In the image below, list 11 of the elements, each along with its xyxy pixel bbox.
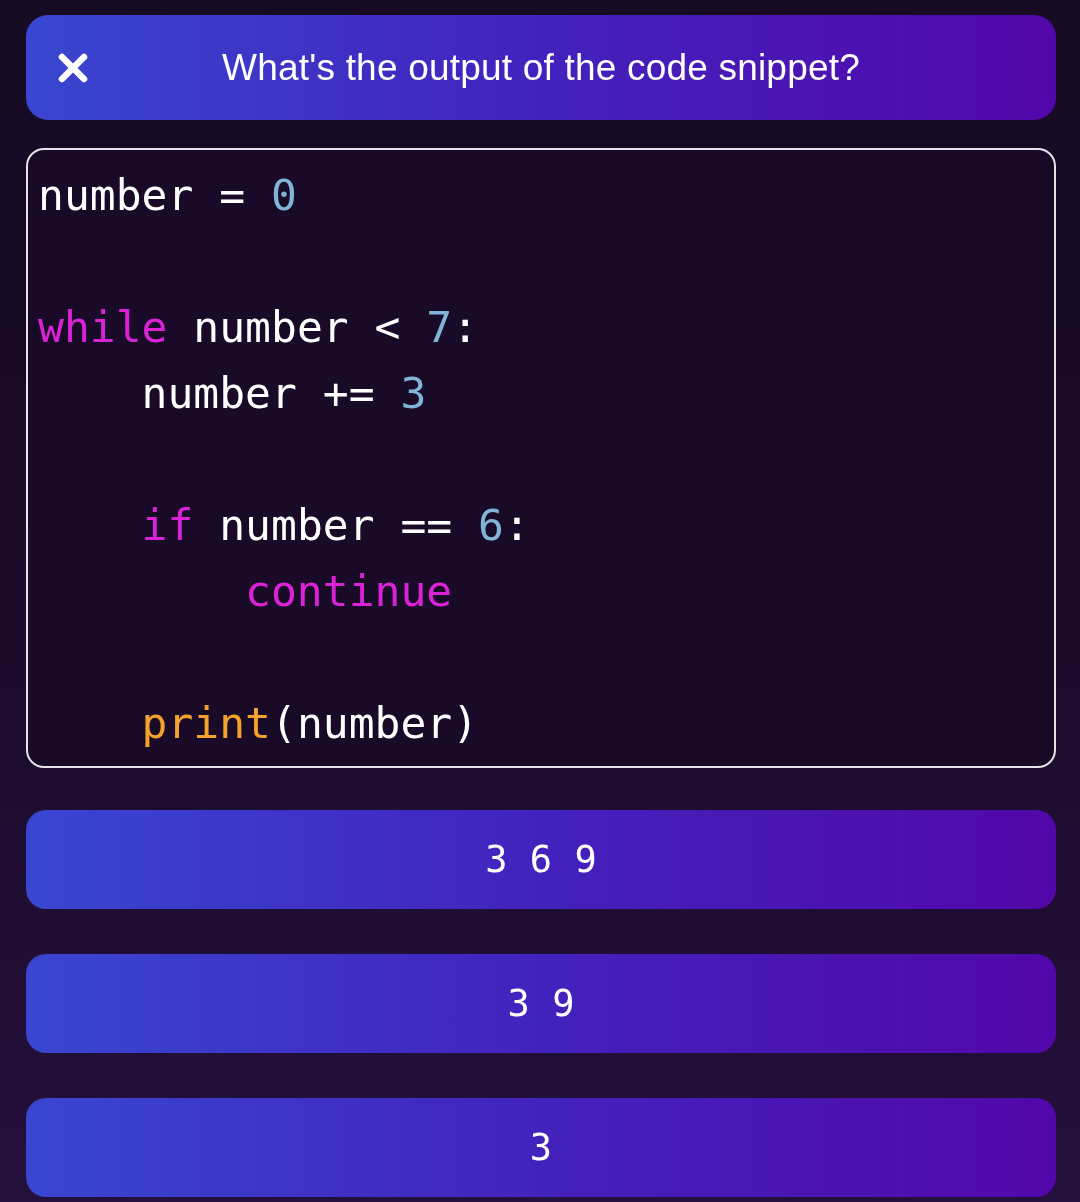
answer-button[interactable]: 3 9 <box>26 954 1056 1053</box>
question-title: What's the output of the code snippet? <box>221 45 861 90</box>
code-line: number = 0 <box>38 169 298 222</box>
code-line: print(number) <box>141 697 480 750</box>
answer-button[interactable]: 3 <box>26 1098 1056 1197</box>
code-line: number += 3 <box>141 367 428 420</box>
code-line: continue <box>245 565 454 618</box>
close-icon[interactable] <box>58 52 88 83</box>
answer-button[interactable]: 3 6 9 <box>26 810 1056 909</box>
code-line: if number == 6: <box>141 499 531 552</box>
code-line: while number < 7: <box>38 301 480 354</box>
